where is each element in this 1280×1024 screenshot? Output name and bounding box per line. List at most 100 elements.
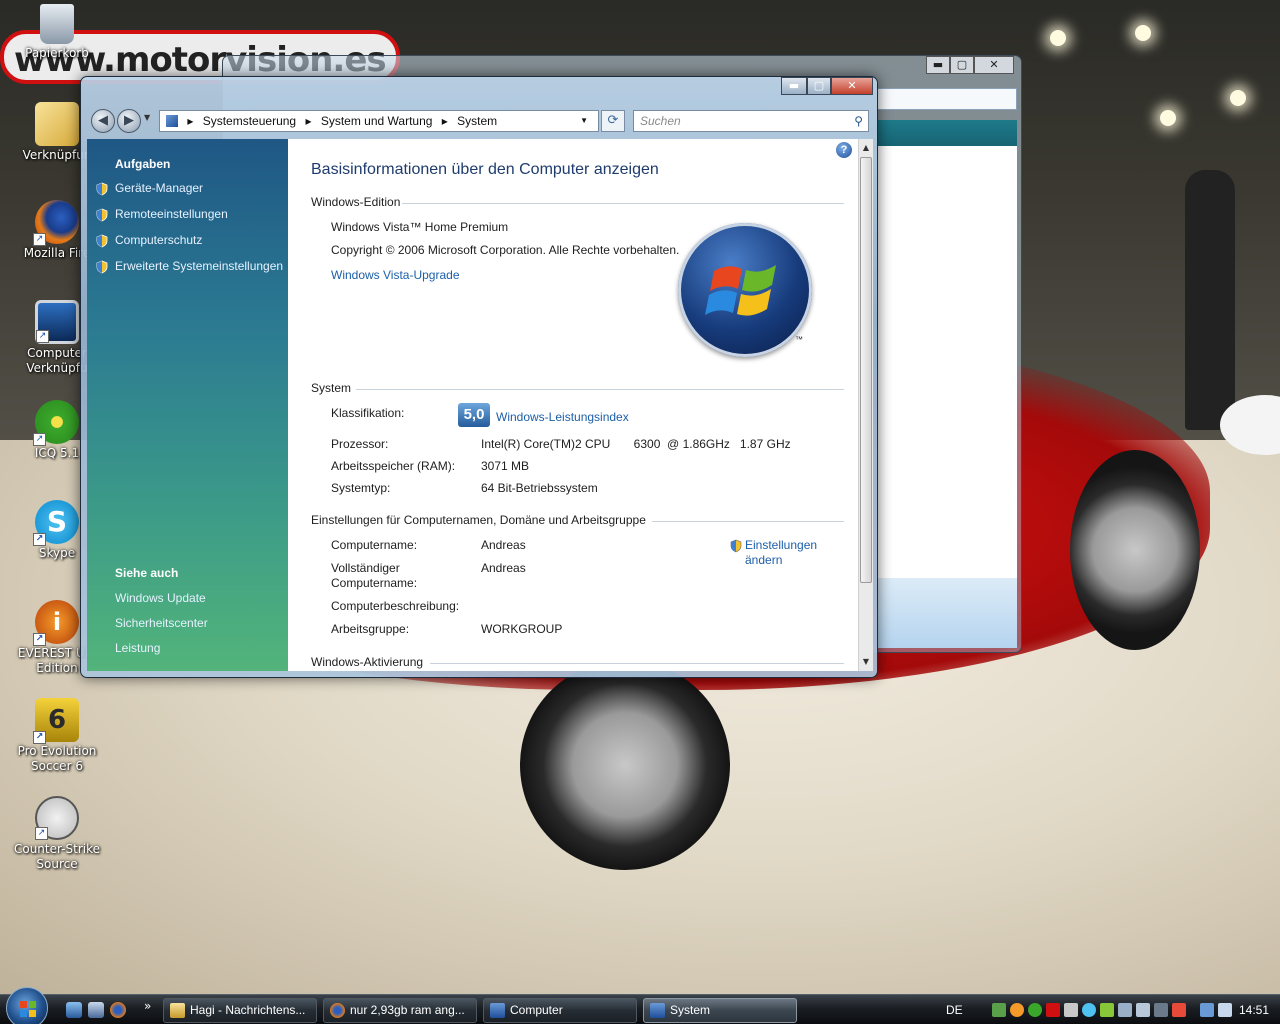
shortcut-arrow-icon: ↗: [35, 827, 48, 840]
scrollbar-thumb[interactable]: [860, 157, 872, 583]
section-header-system: System: [311, 381, 352, 395]
taskbar-button[interactable]: nur 2,93gb ram ang...: [323, 998, 477, 1023]
computer-name-label: Computername:: [331, 538, 418, 552]
background-window-content: [877, 120, 1017, 648]
help-icon[interactable]: ?: [836, 142, 852, 158]
recent-pages-chevron-icon[interactable]: ▼: [144, 113, 150, 122]
background-search-box[interactable]: [877, 88, 1017, 110]
ram-label: Arbeitsspeicher (RAM):: [331, 459, 456, 473]
link-advanced-system-settings[interactable]: Erweiterte Systemeinstellungen: [115, 259, 283, 273]
back-button[interactable]: ◀: [91, 109, 115, 133]
start-button[interactable]: [6, 987, 48, 1024]
tasks-header: Aufgaben: [115, 157, 171, 171]
uac-shield-icon: [730, 539, 742, 553]
desktop-icon-pes6[interactable]: 6 ↗ Pro Evolution Soccer 6: [2, 698, 112, 774]
uac-shield-icon: [96, 182, 108, 196]
counter-strike-icon: ↗: [35, 796, 79, 840]
shortcut-arrow-icon: ↗: [33, 533, 46, 546]
task-pane: Aufgaben Geräte-Manager Remoteeinstellun…: [87, 139, 288, 671]
taskbar-button-active[interactable]: System: [643, 998, 797, 1023]
steam-tray-icon[interactable]: [1064, 1003, 1078, 1017]
quicklaunch-more-chevron[interactable]: »: [144, 999, 151, 1013]
section-divider: [356, 389, 844, 390]
link-security-center[interactable]: Sicherheitscenter: [115, 616, 208, 630]
tray-app-icon[interactable]: [1136, 1003, 1150, 1017]
language-indicator[interactable]: DE: [946, 995, 963, 1024]
forward-button[interactable]: ▶: [117, 109, 141, 133]
section-divider: [430, 663, 844, 664]
network-tray-icon[interactable]: [1200, 1003, 1214, 1017]
scroll-down-arrow-icon[interactable]: ▼: [859, 655, 873, 669]
everest-tray-icon[interactable]: [1010, 1003, 1024, 1017]
clock[interactable]: 14:51: [1239, 995, 1269, 1024]
experience-index-badge[interactable]: 5,0: [458, 403, 490, 427]
switch-windows-icon[interactable]: [88, 1002, 104, 1018]
link-change-settings-line2[interactable]: ändern: [745, 553, 782, 567]
full-name-value: Andreas: [481, 561, 526, 575]
icq-tray-icon[interactable]: [1028, 1003, 1042, 1017]
breadcrumb-item[interactable]: Systemsteuerung: [203, 114, 296, 128]
wallpaper-light: [1160, 110, 1176, 126]
link-remote-settings[interactable]: Remoteeinstellungen: [115, 207, 228, 221]
search-input[interactable]: Suchen ⚲: [633, 110, 869, 132]
taskbar-button-label: Hagi - Nachrichtens...: [190, 1003, 306, 1017]
link-performance[interactable]: Leistung: [115, 641, 160, 655]
cpu-value: Intel(R) Core(TM)2 CPU 6300 @ 1.86GHz 1.…: [481, 437, 791, 451]
taskbar-button[interactable]: Hagi - Nachrichtens...: [163, 998, 317, 1023]
search-icon[interactable]: ⚲: [854, 111, 863, 131]
system-window[interactable]: ▬ ▢ ✕ ◀ ▶ ▼ ▸ Systemsteuerung ▸ System u…: [80, 76, 878, 678]
tray-app-icon[interactable]: [992, 1003, 1006, 1017]
ati-tray-icon[interactable]: [1046, 1003, 1060, 1017]
desktop-icon-label: Pro Evolution Soccer 6: [17, 744, 97, 773]
show-desktop-icon[interactable]: [66, 1002, 82, 1018]
address-bar[interactable]: ▸ Systemsteuerung ▸ System und Wartung ▸…: [159, 110, 599, 132]
desktop-icon-recycle-bin[interactable]: Papierkorb: [2, 4, 112, 61]
close-button[interactable]: ✕: [831, 77, 873, 95]
link-change-settings-line1[interactable]: Einstellungen: [745, 538, 817, 552]
shortcut-arrow-icon: ↗: [36, 330, 49, 343]
link-vista-upgrade[interactable]: Windows Vista-Upgrade: [331, 268, 460, 282]
scroll-up-arrow-icon[interactable]: ▲: [859, 141, 873, 155]
link-experience-index[interactable]: Windows-Leistungsindex: [496, 410, 629, 424]
skype-tray-icon[interactable]: [1082, 1003, 1096, 1017]
breadcrumb-separator-icon: ▸: [305, 114, 312, 128]
address-dropdown-icon[interactable]: ▼: [580, 111, 588, 131]
tray-app-icon[interactable]: [1100, 1003, 1114, 1017]
icq-flower-icon: ↗: [33, 400, 79, 446]
description-label: Computerbeschreibung:: [331, 599, 460, 613]
skype-icon: S ↗: [33, 500, 79, 546]
shortcut-arrow-icon: ↗: [33, 633, 46, 646]
wallpaper-light: [1230, 90, 1246, 106]
maximize-button[interactable]: ▢: [950, 56, 974, 74]
shortcut-arrow-icon: ↗: [33, 731, 46, 744]
maximize-button[interactable]: ▢: [807, 77, 831, 95]
firefox-icon[interactable]: [110, 1002, 126, 1018]
link-device-manager[interactable]: Geräte-Manager: [115, 181, 203, 195]
minimize-button[interactable]: ▬: [781, 77, 807, 95]
minimize-button[interactable]: ▬: [926, 56, 950, 74]
system-info-content: ? Basisinformationen über den Computer a…: [288, 139, 858, 671]
shortcut-arrow-icon: ↗: [33, 433, 46, 446]
uac-shield-icon: [96, 234, 108, 248]
desktop-icon-label: Counter-Strike Source: [13, 842, 100, 871]
uac-shield-icon: [96, 260, 108, 274]
system-type-value: 64 Bit-Betriebssystem: [481, 481, 598, 495]
vertical-scrollbar[interactable]: ▲ ▼: [858, 139, 873, 671]
wallpaper-wheel-front: [520, 660, 730, 870]
section-header-edition: Windows-Edition: [311, 195, 401, 209]
volume-tray-icon[interactable]: [1218, 1003, 1232, 1017]
wallpaper-light: [1135, 25, 1151, 41]
link-windows-update[interactable]: Windows Update: [115, 591, 206, 605]
taskbar-button[interactable]: Computer: [483, 998, 637, 1023]
breadcrumb-item[interactable]: System: [457, 114, 497, 128]
link-system-protection[interactable]: Computerschutz: [115, 233, 202, 247]
refresh-button[interactable]: ⟳: [601, 110, 625, 132]
breadcrumb-item[interactable]: System und Wartung: [321, 114, 433, 128]
folder-icon: [35, 102, 79, 146]
desktop-icon-counter-strike[interactable]: ↗ Counter-Strike Source: [2, 796, 112, 872]
close-button[interactable]: ✕: [974, 56, 1014, 74]
tray-app-icon[interactable]: [1118, 1003, 1132, 1017]
tray-app-icon[interactable]: [1154, 1003, 1168, 1017]
security-tray-icon[interactable]: [1172, 1003, 1186, 1017]
shortcut-arrow-icon: ↗: [33, 233, 46, 246]
